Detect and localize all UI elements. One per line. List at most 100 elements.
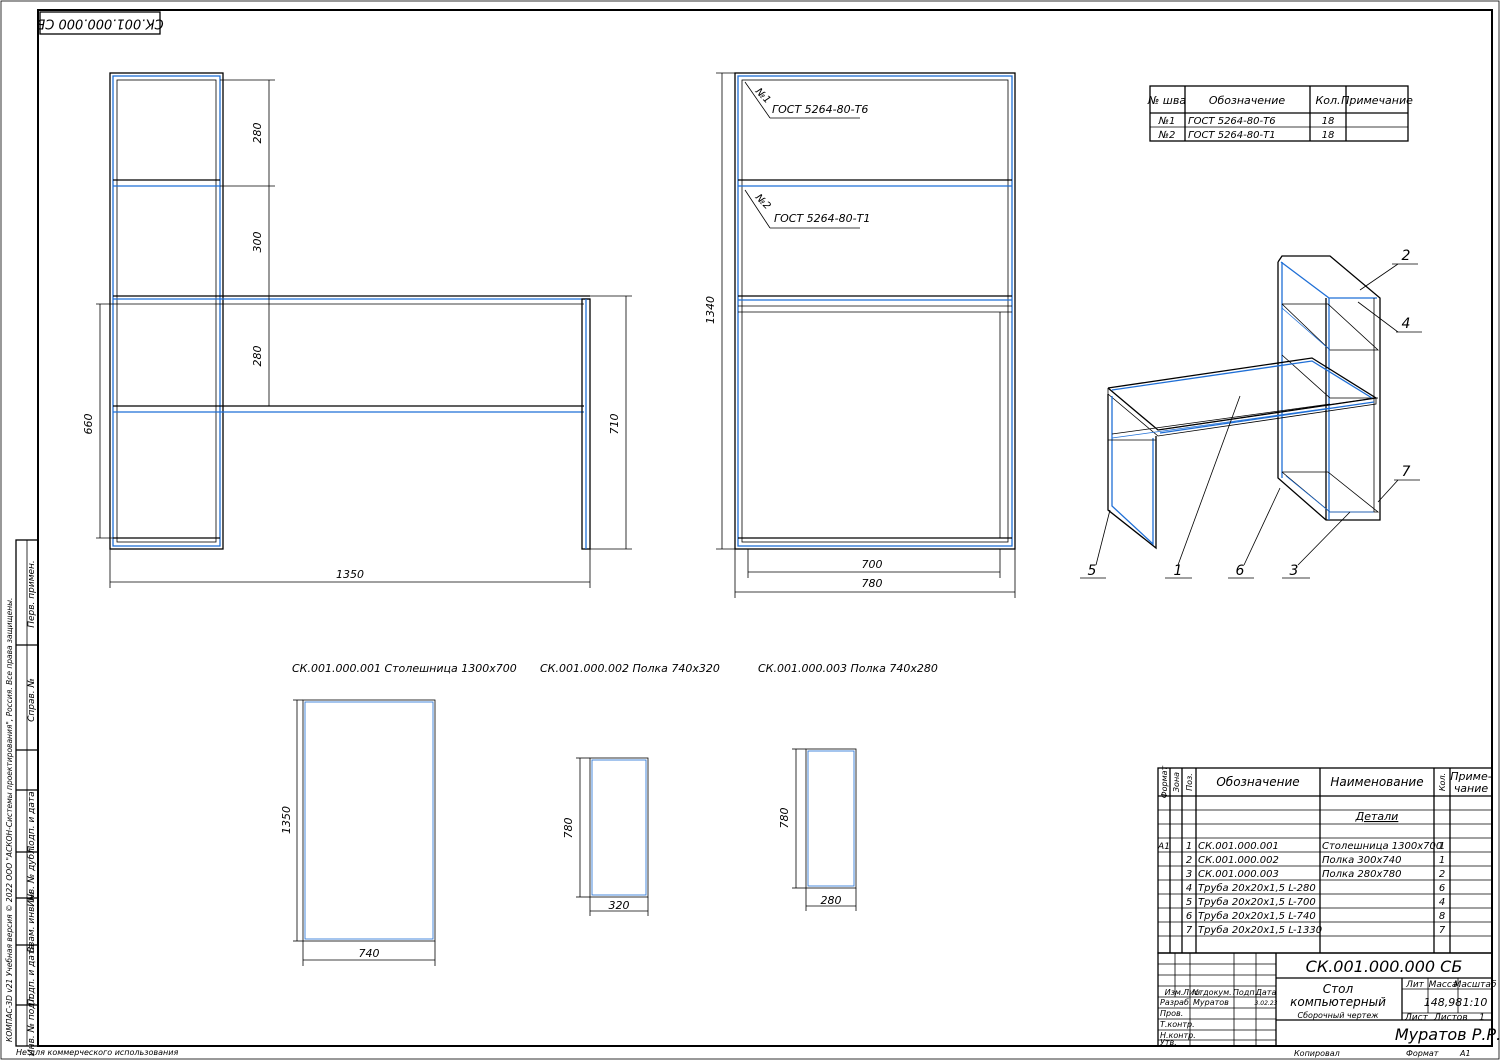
tb-doc-no: № докум. [1191,988,1231,997]
spec-row-qty: 2 [1439,869,1445,880]
tb-sheets: 1 [1479,1013,1485,1023]
callout-6: 6 [1236,563,1245,579]
spec-header-note: чание [1454,782,1489,795]
dim-outer-width: 780 [862,577,883,590]
assembly-drawing-sheet: СК.001.000.000 СБ 280 300 280 660 710 13… [0,0,1500,1060]
weld-table-header-note: Примечание [1341,94,1413,107]
spec-header-format: Формат [1160,765,1169,798]
copyright-notice: КОМПАС-3D v21 Учебная версия © 2022 ООО … [5,598,14,1042]
tb-scale: 1:10 [1463,996,1488,1009]
tb-izm: Изм. [1165,988,1184,997]
spec-row-pos: 5 [1186,897,1192,908]
weld-table-cell: №2 [1158,130,1176,141]
strip-inv-podl: Инв. № подл. [27,994,37,1056]
part-2-title: СК.001.000.002 Полка 740х320 [540,662,720,675]
spec-row-designation: Труба 20х20х1,5 L-280 [1198,882,1316,894]
tb-mass: 148,98 [1424,996,1463,1009]
callout-1: 1 [1174,563,1183,579]
spec-section-details: Детали [1355,810,1399,823]
tb-format-label: Формат [1406,1049,1439,1058]
weld-table-cell: №1 [1158,116,1176,127]
tb-sheets-label: Листов [1433,1013,1468,1023]
tb-format-value: А1 [1459,1049,1471,1058]
spec-row-designation: СК.001.000.002 [1198,855,1279,866]
callout-3: 3 [1290,563,1299,579]
non-commercial-notice: Не для коммерческого использования [16,1048,178,1057]
tb-razrab: Разраб. [1160,998,1191,1007]
weld-table-header-no: № шва [1147,94,1186,107]
spec-row-name: Полка 300х740 [1322,855,1401,866]
tb-lit-label: Лит [1405,980,1425,990]
spec-format-value: А1 [1157,842,1170,852]
spec-row-name: Столешница 1300х700 [1322,841,1442,852]
tb-author: Муратов Р.Р. [1395,1025,1500,1044]
tb-copied: Копировал [1294,1049,1340,1058]
callout-2: 2 [1402,248,1411,264]
dim-shelf-height: 660 [82,414,95,435]
spec-row-designation: СК.001.000.001 [1198,841,1279,852]
strip-podp-data-1: Подп. и дата [27,791,37,852]
stamp-code: СК.001.000.000 СБ [36,16,163,31]
spec-row-pos: 4 [1186,883,1192,894]
weld-table-cell: ГОСТ 5264-80-Т1 [1188,130,1276,141]
dim-desk-height: 710 [608,414,621,435]
spec-header-qty: Кол. [1438,773,1447,791]
tb-tkontr: Т.контр. [1160,1020,1195,1029]
spec-row-pos: 3 [1186,869,1192,880]
weld-2-label: ГОСТ 5264-80-Т1 [774,212,870,225]
dim-upper-gap: 280 [251,123,264,144]
weld-table-cell: ГОСТ 5264-80-Т6 [1188,116,1276,127]
weld-1-label: ГОСТ 5264-80-Т6 [772,103,868,116]
weld-table-cell: 18 [1322,130,1335,141]
strip-perv-primen: Перв. примен. [27,560,37,628]
part-3-title: СК.001.000.003 Полка 740х280 [758,662,938,675]
dim-lower-gap: 280 [251,346,264,367]
tb-code: СК.001.000.000 СБ [1306,957,1463,976]
spec-row-pos: 7 [1186,925,1193,936]
tb-prov: Пров. [1160,1009,1183,1018]
callout-7: 7 [1402,464,1411,480]
tb-utv: Утв. [1160,1038,1177,1047]
spec-row-pos: 6 [1186,911,1192,922]
part-3-width-dim: 280 [821,894,842,907]
tb-sign: Подп. [1233,988,1257,997]
spec-header-name: Наименование [1330,775,1423,789]
spec-row-pos: 2 [1186,855,1192,866]
spec-row-designation: Труба 20х20х1,5 L-700 [1198,896,1316,908]
spec-row-qty: 8 [1439,911,1445,922]
tb-date-value: 3.02.23 [1255,1000,1278,1007]
dim-inner-width: 700 [862,558,883,571]
spec-header-designation: Обозначение [1216,775,1299,789]
part-1-width-dim: 740 [359,947,380,960]
part-2-width-dim: 320 [609,899,630,912]
spec-header-pos: Поз. [1185,773,1194,791]
tb-scale-label: Масштаб [1454,980,1497,990]
dim-side-height: 1340 [704,296,717,324]
spec-row-qty: 6 [1439,883,1445,894]
spec-row-qty: 1 [1439,841,1445,852]
weld-table-header-designation: Обозначение [1209,94,1286,107]
weld-table-header-qty: Кол. [1315,94,1340,107]
tb-name-1: Стол [1323,982,1354,996]
part-1-height-dim: 1350 [280,806,293,834]
tb-sheet-label: Лист [1404,1013,1429,1023]
tb-name-2: компьютерный [1290,995,1386,1009]
tb-doc-type: Сборочный чертеж [1298,1011,1380,1020]
part-1-title: СК.001.000.001 Столешница 1300х700 [292,662,517,675]
spec-row-pos: 1 [1186,841,1192,852]
spec-row-qty: 7 [1439,925,1446,936]
spec-row-qty: 4 [1439,897,1445,908]
dim-overall-length: 1350 [336,568,364,581]
tb-date: Дата [1255,988,1277,997]
strip-vzam-inv: Взам. инв. № [27,891,37,952]
part-2-height-dim: 780 [562,818,575,839]
spec-row-name: Полка 280х780 [1322,869,1401,880]
strip-sprav-no: Справ. № [27,678,37,722]
callout-4: 4 [1402,316,1411,332]
tb-razrab-name: Муратов [1193,998,1229,1007]
spec-row-designation: Труба 20х20х1,5 L-1330 [1198,924,1322,936]
spec-row-qty: 1 [1439,855,1445,866]
dim-middle-gap: 300 [251,232,264,253]
spec-row-designation: Труба 20х20х1,5 L-740 [1198,910,1316,922]
spec-row-designation: СК.001.000.003 [1198,869,1279,880]
